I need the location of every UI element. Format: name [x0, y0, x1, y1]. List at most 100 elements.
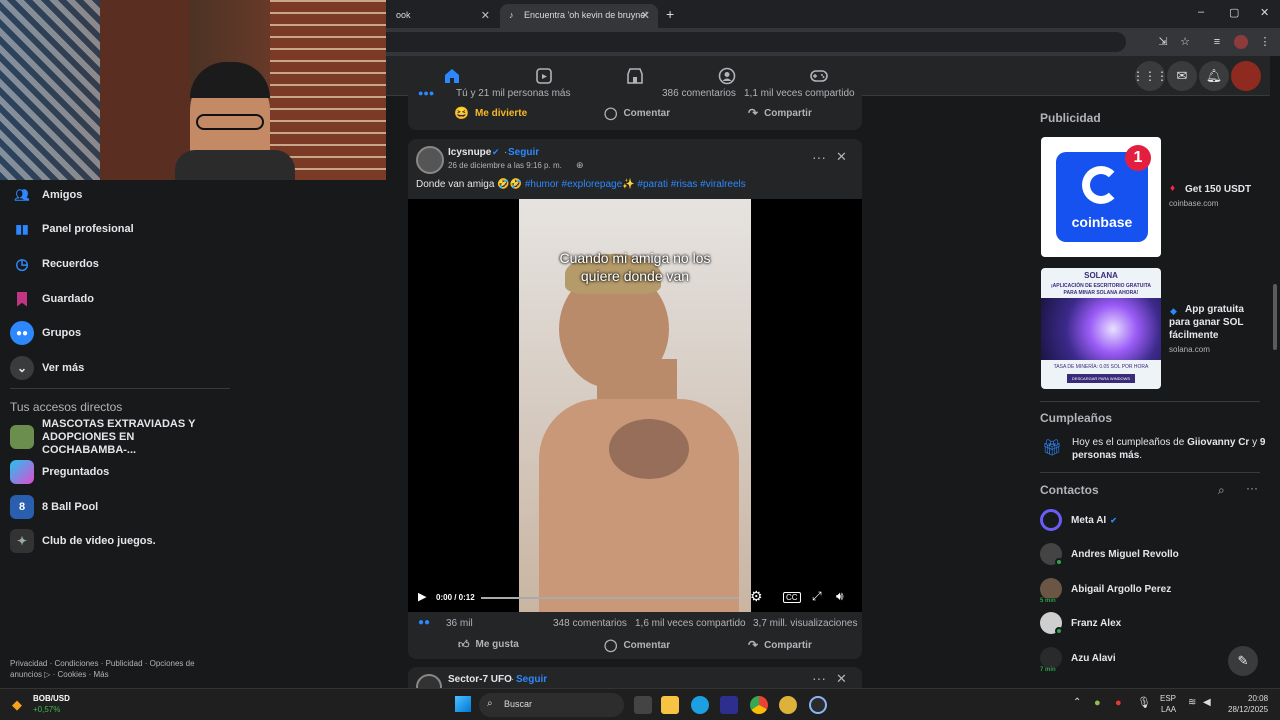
birthday-text[interactable]: Hoy es el cumpleaños de Giiovanny Cr y 9…	[1072, 436, 1268, 462]
clock-time[interactable]: 20:08	[1248, 694, 1268, 703]
menu-dots-icon[interactable]: ⋮	[1258, 35, 1272, 49]
footer-links[interactable]: Privacidad · Condiciones · Publicidad · …	[10, 658, 220, 680]
reaction-summary[interactable]: Tú y 21 mil personas más	[456, 88, 571, 99]
coinbase-ad-image[interactable]: coinbase 1	[1041, 137, 1161, 257]
sidebar-item-guardado[interactable]: Guardado	[10, 284, 94, 314]
ad-title[interactable]: App gratuita para ganar SOL fácilmente	[1169, 303, 1263, 342]
search-icon[interactable]: ⌕	[1218, 483, 1225, 498]
follow-button[interactable]: Seguir	[508, 147, 539, 158]
shortcut-item[interactable]: Preguntados	[10, 457, 109, 487]
account-avatar[interactable]	[1231, 61, 1261, 91]
profile-avatar-icon[interactable]	[1234, 35, 1248, 49]
windows-start-icon[interactable]	[455, 696, 471, 712]
close-window-button[interactable]: ✕	[1260, 6, 1269, 19]
contact-item[interactable]: 5 min Abigail Argollo Perez	[1038, 574, 1171, 604]
minimize-button[interactable]: –	[1198, 6, 1204, 18]
chevron-up-icon[interactable]: ⌃	[1073, 697, 1081, 708]
layout-indicator[interactable]: LAA	[1161, 705, 1176, 714]
share-count[interactable]: 1,1 mil veces compartido	[744, 88, 855, 99]
shortcut-item[interactable]: MASCOTAS EXTRAVIADAS Y ADOPCIONES EN COC…	[10, 418, 212, 456]
video-player[interactable]: Cuando mi amiga no los quiere donde van …	[408, 199, 862, 612]
play-icon[interactable]: ▶	[418, 590, 426, 603]
more-options-icon[interactable]: ···	[812, 670, 826, 686]
share-count[interactable]: 1,6 mil veces compartido	[635, 618, 746, 629]
comment-button[interactable]: ◯ Comentar	[604, 638, 670, 652]
comment-count[interactable]: 386 comentarios	[662, 88, 736, 99]
share-button[interactable]: ↷ Compartir	[748, 638, 812, 652]
shortcut-item[interactable]: 8 8 Ball Pool	[10, 492, 98, 522]
new-tab-button[interactable]: +	[666, 6, 674, 22]
sidebar-item-recuerdos[interactable]: ◷ Recuerdos	[10, 249, 98, 279]
author-avatar[interactable]	[416, 146, 444, 174]
like-button[interactable]: 👍︎ Me gusta	[458, 638, 519, 651]
hide-post-icon[interactable]: ✕	[836, 671, 847, 687]
volume-icon[interactable]: 🔊︎	[836, 589, 844, 604]
video-icon[interactable]	[534, 66, 554, 86]
fullscreen-icon[interactable]: ⤢	[812, 589, 822, 604]
more-options-icon[interactable]: ···	[812, 149, 826, 165]
contact-item[interactable]: Meta AI ✔	[1040, 505, 1117, 535]
groups-icon[interactable]	[717, 66, 737, 86]
chrome-icon[interactable]	[750, 696, 768, 714]
store-icon[interactable]	[720, 696, 738, 714]
bookmark-star-icon[interactable]: ☆	[1178, 35, 1192, 49]
scrollbar-thumb[interactable]	[1273, 284, 1277, 350]
clock-date[interactable]: 28/12/2025	[1228, 705, 1268, 714]
comment-count[interactable]: 348 comentarios	[553, 618, 627, 629]
contact-item[interactable]: 7 min Azu Alavi	[1038, 643, 1116, 673]
notifications-icon[interactable]: 🔔︎	[1199, 61, 1229, 91]
captions-icon[interactable]: CC	[783, 592, 801, 603]
contact-item[interactable]: Andres Miguel Revollo	[1040, 539, 1179, 569]
scrollbar[interactable]	[1270, 56, 1280, 688]
solana-ad-image[interactable]: SOLANA ¡APLICACIÓN DE ESCRITORIO GRATUIT…	[1041, 268, 1161, 389]
language-indicator[interactable]: ESP	[1160, 694, 1176, 703]
ticker-name[interactable]: BOB/USD	[33, 694, 70, 703]
hide-post-icon[interactable]: ✕	[836, 149, 847, 165]
sidebar-item-amigos[interactable]: 👥︎ Amigos	[10, 180, 82, 210]
post-hashtags[interactable]: #humor #explorepage✨ #parati #risas #vir…	[525, 179, 746, 190]
file-explorer-icon[interactable]	[661, 696, 679, 714]
gaming-icon[interactable]	[809, 66, 829, 86]
menu-grid-icon[interactable]: ⋮⋮⋮	[1132, 61, 1168, 91]
post-author[interactable]: Icysnupe	[448, 147, 491, 158]
messenger-icon[interactable]: ✉	[1167, 61, 1197, 91]
task-view-icon[interactable]	[634, 696, 652, 714]
ad-title[interactable]: Get 150 USDT	[1185, 184, 1251, 195]
reaction-count[interactable]: 36 mil	[446, 618, 473, 629]
tray-icon[interactable]: ●	[1115, 697, 1122, 709]
sidebar-item-panel-profesional[interactable]: ▮▮ Panel profesional	[10, 214, 133, 244]
taskbar-search[interactable]: ⌕ Buscar	[479, 693, 624, 717]
contact-item[interactable]: Franz Alex	[1040, 608, 1121, 638]
volume-icon[interactable]: ◀	[1203, 697, 1211, 708]
url-bar[interactable]	[386, 32, 1126, 52]
app-icon[interactable]	[779, 696, 797, 714]
post-author[interactable]: Sector-7 UFO	[448, 674, 512, 685]
sidebar-item-ver-mas[interactable]: ⌄ Ver más	[10, 353, 84, 383]
app-icon[interactable]	[809, 696, 827, 714]
more-options-icon[interactable]: ···	[1246, 481, 1258, 495]
ad-domain[interactable]: solana.com	[1169, 345, 1210, 354]
marketplace-icon[interactable]	[625, 66, 645, 86]
video-progress-bar[interactable]	[481, 597, 739, 599]
new-message-icon[interactable]: ✎	[1228, 646, 1258, 676]
follow-button[interactable]: Seguir	[516, 674, 547, 685]
settings-gear-icon[interactable]: ⚙	[750, 588, 763, 605]
reaction-button[interactable]: 😆 Me divierte	[454, 106, 527, 120]
browser-tab-active[interactable]: ♪ Encuentra 'oh kevin de bruyne' ✕	[500, 4, 658, 28]
media-control-icon[interactable]: ≡	[1210, 35, 1224, 49]
maximize-button[interactable]: ▢	[1229, 6, 1239, 19]
wifi-icon[interactable]: ≋	[1188, 697, 1196, 708]
close-tab-icon[interactable]: ✕	[641, 9, 650, 22]
close-tab-icon[interactable]: ✕	[481, 9, 490, 22]
microphone-icon[interactable]: 🎙︎	[1137, 696, 1151, 709]
edge-icon[interactable]	[691, 696, 709, 714]
home-icon[interactable]	[442, 66, 462, 86]
browser-tab[interactable]: ook ✕	[386, 4, 498, 28]
sidebar-item-grupos[interactable]: ●● Grupos	[10, 318, 81, 348]
comment-button[interactable]: ◯ Comentar	[604, 106, 670, 120]
install-app-icon[interactable]: ⇲	[1156, 35, 1170, 49]
post-date[interactable]: 26 de diciembre a las 9:16 p. m.	[448, 161, 562, 170]
shortcut-item[interactable]: ✦ Club de video juegos.	[10, 526, 156, 556]
tray-icon[interactable]: ●	[1094, 697, 1101, 709]
share-button[interactable]: ↷ Compartir	[748, 106, 812, 120]
